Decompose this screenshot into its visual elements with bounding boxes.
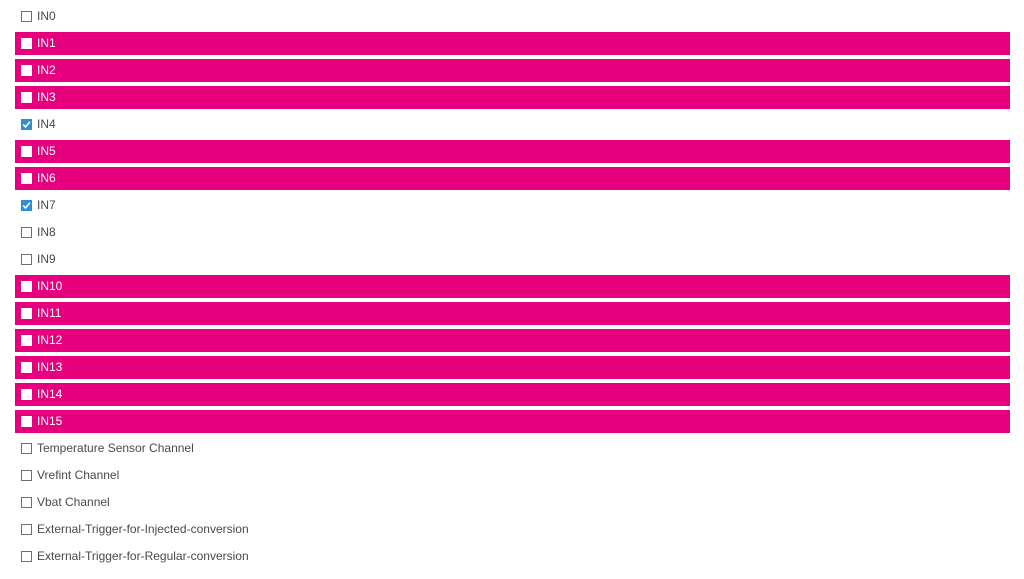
channel-label: Temperature Sensor Channel: [37, 441, 194, 455]
checkbox-unchecked[interactable]: [21, 146, 32, 157]
checkbox-unchecked[interactable]: [21, 254, 32, 265]
channel-option-row[interactable]: IN8: [15, 221, 1010, 244]
channel-option-row[interactable]: IN7: [15, 194, 1010, 217]
channel-option-row[interactable]: IN9: [15, 248, 1010, 271]
channel-label: IN10: [37, 279, 63, 293]
checkbox-unchecked[interactable]: [21, 335, 32, 346]
checkbox-unchecked[interactable]: [21, 443, 32, 454]
channel-option-row[interactable]: IN6: [15, 167, 1010, 190]
checkbox-unchecked[interactable]: [21, 551, 32, 562]
channel-option-row[interactable]: IN0: [15, 5, 1010, 28]
channel-option-row[interactable]: IN11: [15, 302, 1010, 325]
checkbox-unchecked[interactable]: [21, 38, 32, 49]
channel-label: Vrefint Channel: [37, 468, 120, 482]
channel-option-row[interactable]: IN12: [15, 329, 1010, 352]
channel-option-row[interactable]: External-Trigger-for-Regular-conversion: [15, 545, 1010, 568]
channel-label: IN5: [37, 144, 56, 158]
checkbox-unchecked[interactable]: [21, 92, 32, 103]
channel-label: IN2: [37, 63, 56, 77]
checkbox-unchecked[interactable]: [21, 524, 32, 535]
channel-label: IN1: [37, 36, 56, 50]
channel-label: IN4: [37, 117, 56, 131]
channel-option-row[interactable]: IN4: [15, 113, 1010, 136]
checkbox-unchecked[interactable]: [21, 416, 32, 427]
channel-option-row[interactable]: IN2: [15, 59, 1010, 82]
checkbox-unchecked[interactable]: [21, 308, 32, 319]
channel-label: IN13: [37, 360, 63, 374]
checkbox-checked[interactable]: [21, 119, 32, 130]
checkmark-icon: [22, 121, 31, 129]
checkbox-unchecked[interactable]: [21, 281, 32, 292]
channel-label: IN8: [37, 225, 56, 239]
channel-option-row[interactable]: Vbat Channel: [15, 491, 1010, 514]
channel-option-row[interactable]: IN5: [15, 140, 1010, 163]
channel-option-row[interactable]: IN10: [15, 275, 1010, 298]
checkmark-icon: [22, 202, 31, 210]
checkbox-unchecked[interactable]: [21, 11, 32, 22]
channel-label: IN14: [37, 387, 63, 401]
channel-option-row[interactable]: IN14: [15, 383, 1010, 406]
channel-option-row[interactable]: IN13: [15, 356, 1010, 379]
checkbox-unchecked[interactable]: [21, 497, 32, 508]
checkbox-unchecked[interactable]: [21, 362, 32, 373]
channel-label: IN9: [37, 252, 56, 266]
channel-label: External-Trigger-for-Regular-conversion: [37, 549, 249, 563]
channel-option-row[interactable]: Temperature Sensor Channel: [15, 437, 1010, 460]
channel-label: IN7: [37, 198, 56, 212]
channel-option-row[interactable]: IN1: [15, 32, 1010, 55]
channel-option-row[interactable]: External-Trigger-for-Injected-conversion: [15, 518, 1010, 541]
checkbox-unchecked[interactable]: [21, 227, 32, 238]
channel-label: IN15: [37, 414, 63, 428]
channel-checkbox-list: IN0 IN1 IN2 IN3 IN4 IN5 IN6 IN7 IN8 IN9 IN10 IN11 IN…: [15, 5, 1010, 572]
checkbox-unchecked[interactable]: [21, 389, 32, 400]
channel-option-row[interactable]: Vrefint Channel: [15, 464, 1010, 487]
checkbox-unchecked[interactable]: [21, 470, 32, 481]
channel-label: IN3: [37, 90, 56, 104]
channel-label: Vbat Channel: [37, 495, 110, 509]
checkbox-unchecked[interactable]: [21, 173, 32, 184]
channel-option-row[interactable]: IN15: [15, 410, 1010, 433]
channel-label: IN11: [37, 306, 62, 320]
checkbox-unchecked[interactable]: [21, 65, 32, 76]
channel-label: IN6: [37, 171, 56, 185]
channel-label: IN0: [37, 9, 56, 23]
channel-label: IN12: [37, 333, 63, 347]
channel-label: External-Trigger-for-Injected-conversion: [37, 522, 249, 536]
channel-option-row[interactable]: IN3: [15, 86, 1010, 109]
checkbox-checked[interactable]: [21, 200, 32, 211]
